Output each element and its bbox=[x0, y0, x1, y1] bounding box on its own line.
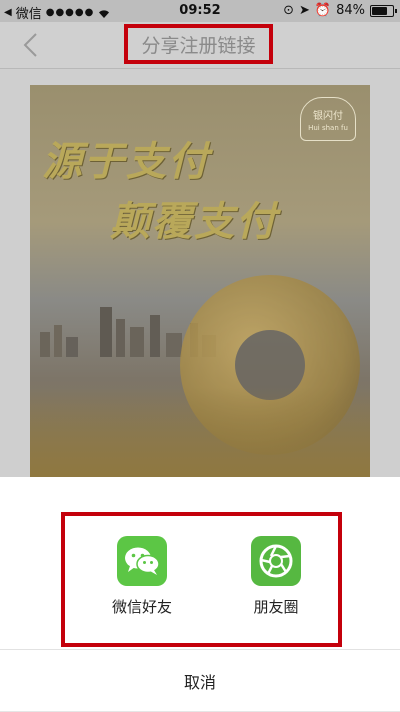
brand-logo-text: 银闪付 bbox=[313, 111, 343, 122]
chevron-left-icon[interactable] bbox=[20, 32, 44, 58]
navigation-bar: 分享注册链接 bbox=[0, 22, 400, 69]
share-wechat-friend[interactable]: 微信好友 bbox=[92, 536, 192, 617]
status-bar: ◀ 微信 ●●●●● 09:52 ⊙ ➤ ⏰ 84% bbox=[0, 0, 400, 22]
page-title-highlight: 分享注册链接 bbox=[124, 24, 273, 64]
poster-image: 银闪付 Hui shan fu 源于支付 颠覆支付 bbox=[30, 85, 370, 477]
share-wechat-label[interactable]: 微信好友 bbox=[92, 596, 192, 617]
status-right: ⊙ ➤ ⏰ 84% bbox=[283, 3, 397, 18]
moments-icon[interactable] bbox=[251, 536, 301, 586]
poster-headline-1: 源于支付 bbox=[42, 139, 210, 185]
rotation-lock-icon: ⊙ bbox=[283, 3, 294, 18]
poster-headline-2: 颠覆支付 bbox=[110, 199, 278, 245]
battery-fill bbox=[372, 6, 387, 15]
brand-logo: 银闪付 Hui shan fu bbox=[300, 97, 356, 141]
alarm-icon: ⏰ bbox=[314, 3, 332, 18]
battery-percent: 84% bbox=[336, 3, 365, 18]
wechat-icon[interactable] bbox=[117, 536, 167, 586]
share-options-highlight: 微信好友 朋友圈 bbox=[61, 512, 342, 647]
location-icon: ➤ bbox=[299, 3, 310, 18]
share-sheet: 微信好友 朋友圈 取消 bbox=[0, 477, 400, 711]
page-title: 分享注册链接 bbox=[141, 34, 256, 57]
battery-icon bbox=[370, 4, 397, 17]
battery-cap bbox=[395, 8, 397, 13]
cancel-button[interactable]: 取消 bbox=[0, 649, 400, 712]
brand-logo-subtext: Hui shan fu bbox=[308, 124, 348, 132]
share-moments-label[interactable]: 朋友圈 bbox=[226, 596, 326, 617]
share-moments[interactable]: 朋友圈 bbox=[226, 536, 326, 617]
content-background: 银闪付 Hui shan fu 源于支付 颠覆支付 bbox=[0, 69, 400, 477]
coin-pile bbox=[30, 387, 370, 477]
cancel-label[interactable]: 取消 bbox=[184, 669, 216, 693]
